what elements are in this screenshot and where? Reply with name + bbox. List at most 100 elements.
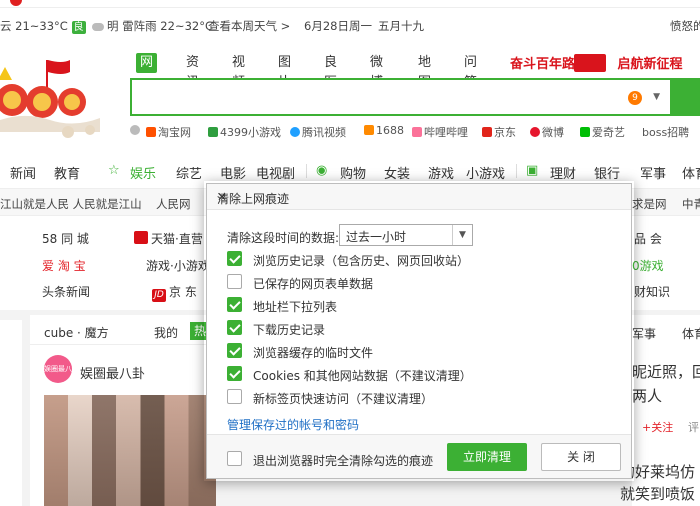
close-icon[interactable]: ✕: [217, 190, 621, 204]
checkbox[interactable]: [227, 451, 242, 466]
cat-tv[interactable]: 电视剧: [256, 163, 295, 182]
time-range-select[interactable]: 过去一小时 ▼: [339, 224, 473, 246]
clear-history-dialog: 清除上网痕迹 ✕ 清除这段时间的数据: 过去一小时 ▼ 浏览历史记录（包含历史、…: [206, 183, 632, 479]
quick-link-tencent-video[interactable]: 腾讯视频: [290, 124, 346, 140]
site-vip[interactable]: 品 会: [634, 230, 662, 247]
weibo-icon: [530, 127, 540, 137]
ticker-item[interactable]: 中青: [682, 196, 700, 212]
checkbox[interactable]: [227, 320, 242, 335]
festival-logo[interactable]: [0, 52, 102, 142]
cat-minigames[interactable]: 小游戏: [466, 163, 505, 182]
cat-games[interactable]: 游戏: [428, 163, 454, 182]
cat-bank[interactable]: 银行: [594, 163, 620, 182]
cat-womenswear[interactable]: 女装: [384, 163, 410, 182]
left-sidebar: [0, 320, 22, 506]
ticker-item[interactable]: 求是网: [632, 196, 667, 212]
quick-link-iqiyi[interactable]: 爱奇艺: [580, 124, 625, 140]
tab-images[interactable]: 图片: [278, 53, 291, 90]
dialog-title-bar: 清除上网痕迹 ✕: [207, 184, 631, 210]
weather-today[interactable]: 云 21~33°C 良: [0, 18, 86, 34]
quick-link-jd[interactable]: 京东: [482, 124, 516, 140]
checkbox[interactable]: [227, 274, 242, 289]
cat-education[interactable]: 教育: [54, 163, 80, 182]
chevron-down-icon[interactable]: ▼: [653, 92, 660, 102]
quick-link-taobao[interactable]: 淘宝网: [146, 124, 191, 140]
quick-link-bilibili[interactable]: 哔哩哔哩: [412, 124, 468, 140]
search-input[interactable]: [132, 80, 612, 114]
tab-weibo[interactable]: 微博: [370, 53, 383, 90]
notification-count-badge[interactable]: 9: [628, 91, 642, 105]
checkbox[interactable]: [227, 389, 242, 404]
quick-link-4399[interactable]: 4399小游戏: [208, 124, 281, 140]
quick-link-boss[interactable]: boss招聘: [642, 124, 689, 140]
tab-military-right[interactable]: 军事: [632, 325, 656, 342]
tmall-icon: [134, 231, 148, 244]
date-text: 6月28日周一: [304, 19, 372, 33]
manage-passwords-link[interactable]: 管理保存过的帐号和密码: [227, 416, 359, 433]
feed-panel: cube · 魔方 我的 热 娱圈最八卦 娱圈最八卦: [30, 315, 216, 506]
lunar-date: 五月十九: [378, 19, 424, 33]
headline[interactable]: 就笑到喷饭: [620, 483, 695, 504]
time-range-label: 清除这段时间的数据:: [227, 231, 340, 245]
headline[interactable]: 两人: [632, 385, 662, 406]
search-box: 9 ▼: [130, 78, 672, 116]
clear-now-button[interactable]: 立即清理: [447, 443, 527, 471]
week-weather-link[interactable]: 查看本周天气 >: [208, 18, 290, 34]
tab-web[interactable]: 网页: [136, 53, 158, 90]
feed-tabs: cube · 魔方 我的 热: [30, 315, 216, 345]
cat-news[interactable]: 新闻: [10, 163, 36, 182]
cat-military[interactable]: 军事: [640, 163, 666, 182]
taobao-icon: [146, 127, 156, 137]
comment-link[interactable]: 评: [688, 419, 699, 435]
site-aitaobao[interactable]: 爱 淘 宝: [42, 257, 86, 274]
close-button[interactable]: 关 闭: [541, 443, 621, 471]
site-finance-knowledge[interactable]: 财知识: [634, 283, 670, 300]
weather-tomorrow[interactable]: 明 雷阵雨 22~32°C: [92, 18, 213, 34]
login-hint[interactable]: 愤怒的: [670, 18, 700, 34]
tab-map[interactable]: 地图: [418, 53, 431, 90]
headline[interactable]: 昵近照，回: [632, 361, 700, 382]
finance-icon: ▣: [526, 163, 539, 178]
author-name[interactable]: 娱圈最八卦: [80, 363, 145, 382]
chevron-down-icon[interactable]: ▼: [452, 225, 472, 245]
tab-qa[interactable]: 问答: [464, 53, 477, 90]
quick-link-weibo[interactable]: 微博: [530, 124, 564, 140]
ticker-item[interactable]: 人民网: [156, 196, 191, 212]
ticker-item[interactable]: 江山就是人民 人民就是江山: [0, 196, 142, 212]
site-headline-news[interactable]: 头条新闻: [42, 283, 90, 300]
site-games[interactable]: 游戏·小游戏: [146, 257, 210, 274]
article-image[interactable]: [44, 395, 216, 506]
site-games-right[interactable]: 0游戏: [632, 257, 664, 274]
tab-news[interactable]: 资讯: [186, 53, 199, 90]
cat-shopping[interactable]: 购物: [340, 163, 366, 182]
site-jd[interactable]: JD 京 东: [152, 283, 197, 302]
site-58[interactable]: 58 同 城: [42, 230, 89, 247]
site-tmall[interactable]: 天猫·直营: [134, 230, 203, 247]
divider: [516, 164, 517, 178]
tab-cube[interactable]: cube · 魔方: [44, 324, 109, 341]
shopping-icon: ◉: [316, 163, 328, 178]
checkbox[interactable]: [227, 297, 242, 312]
cloud-icon: [92, 22, 104, 31]
avatar[interactable]: 娱圈最八卦: [44, 355, 72, 401]
browser-logo-icon: [10, 0, 22, 6]
quick-link-1688[interactable]: 1688: [364, 124, 404, 137]
cat-movies[interactable]: 电影: [220, 163, 246, 182]
cat-finance[interactable]: 理财: [550, 163, 576, 182]
tab-doctor[interactable]: 良医: [324, 53, 337, 90]
promo-right: 启航新征程: [617, 57, 683, 72]
search-button[interactable]: [672, 78, 700, 116]
tab-mine[interactable]: 我的: [154, 324, 178, 341]
tab-video[interactable]: 视频: [232, 53, 245, 90]
checkbox[interactable]: [227, 251, 242, 266]
gear-icon[interactable]: [130, 125, 140, 135]
dialog-footer: 退出浏览器时完全清除勾选的痕迹 立即清理 关 闭: [207, 434, 631, 478]
cat-entertainment[interactable]: 娱乐: [130, 163, 156, 182]
follow-button[interactable]: +关注: [642, 419, 673, 435]
cat-variety[interactable]: 综艺: [176, 163, 202, 182]
tab-sports-right[interactable]: 体育: [682, 325, 700, 342]
checkbox[interactable]: [227, 366, 242, 381]
checkbox[interactable]: [227, 343, 242, 358]
cat-sports[interactable]: 体育: [682, 163, 700, 182]
air-quality-badge: 良: [71, 21, 86, 34]
